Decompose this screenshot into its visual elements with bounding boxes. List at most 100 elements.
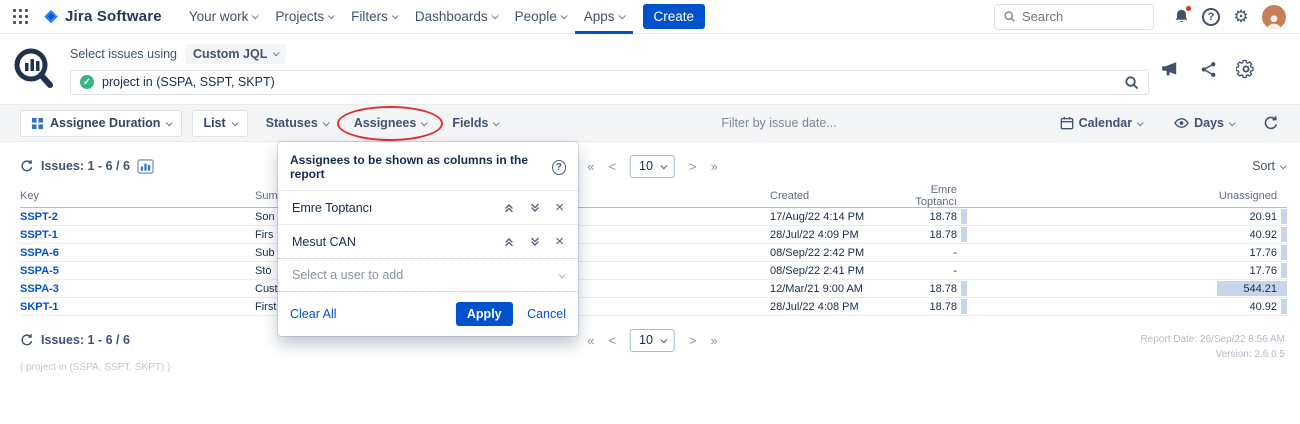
jql-input[interactable]: ✓ project in (SSPA, SSPT, SKPT): [70, 70, 1149, 95]
announcement-button[interactable]: [1159, 56, 1181, 82]
duration-cell: -: [890, 262, 967, 279]
remove-user-icon[interactable]: ×: [555, 200, 564, 215]
chevron-down-icon: [491, 12, 498, 19]
page-size-select[interactable]: 10: [630, 329, 675, 352]
create-button[interactable]: Create: [643, 4, 706, 29]
col-emre[interactable]: Emre Toptancı: [890, 184, 967, 208]
col-unassigned[interactable]: Unassigned: [967, 190, 1287, 202]
notification-badge: [1185, 5, 1192, 12]
issues-table: Key Summary Created Emre Toptancı Unassi…: [20, 184, 1287, 316]
avatar[interactable]: [1262, 5, 1286, 29]
duration-bar: [1281, 245, 1287, 260]
chevron-down-icon: [421, 119, 428, 126]
query-actions: [1159, 42, 1285, 96]
chevron-down-icon: [392, 12, 399, 19]
report-type-dropdown[interactable]: Assignee Duration: [20, 110, 182, 137]
view-dropdown[interactable]: List: [192, 110, 247, 137]
jql-mode-dropdown[interactable]: Custom JQL: [185, 44, 286, 64]
issue-date-filter[interactable]: Filter by issue date...: [516, 116, 1041, 130]
calendar-dropdown[interactable]: Calendar: [1052, 110, 1151, 137]
last-page-button[interactable]: »: [711, 333, 718, 348]
table-row: SSPA-3 Custom Calendar Issue 19/Jul/22 1…: [20, 280, 1287, 298]
statuses-dropdown[interactable]: Statuses: [258, 110, 336, 137]
chevron-down-icon: [231, 119, 238, 126]
duration-bar: [1281, 209, 1287, 224]
notifications-bell[interactable]: [1168, 4, 1194, 30]
move-bottom-icon[interactable]: [529, 236, 541, 248]
chart-icon[interactable]: [137, 159, 154, 174]
issue-created: 12/Mar/21 9:00 AM: [770, 283, 890, 295]
help-button[interactable]: ?: [1198, 4, 1224, 30]
nav-apps[interactable]: Apps: [575, 0, 633, 34]
col-created[interactable]: Created: [770, 190, 890, 202]
move-top-icon[interactable]: [503, 202, 515, 214]
prev-page-button[interactable]: <: [608, 159, 616, 174]
user-select[interactable]: Select a user to add: [278, 258, 578, 292]
issue-key-link[interactable]: SKPT-1: [20, 301, 255, 313]
share-button[interactable]: [1197, 56, 1219, 82]
search-input[interactable]: [1022, 9, 1132, 24]
nav-projects[interactable]: Projects: [266, 0, 342, 34]
chevron-down-icon: [661, 162, 668, 169]
sort-dropdown[interactable]: Sort: [1252, 159, 1285, 173]
duration-cell: 17.76: [967, 262, 1287, 279]
top-navigation: Jira Software Your work Projects Filters…: [0, 0, 1300, 34]
jql-search-icon[interactable]: [1124, 75, 1139, 90]
report-settings-button[interactable]: [1235, 56, 1257, 82]
app-switcher-icon[interactable]: [10, 6, 32, 28]
issue-key-link[interactable]: SSPT-1: [20, 229, 255, 241]
popup-title: Assignees to be shown as columns in the …: [290, 153, 552, 181]
remove-user-icon[interactable]: ×: [555, 234, 564, 249]
report-info: Report Date: 26/Sep/22 8:56 AM Version: …: [1140, 332, 1285, 362]
duration-cell: 18.78: [890, 298, 967, 315]
first-page-button[interactable]: «: [587, 159, 594, 174]
popup-help-icon[interactable]: ?: [552, 160, 566, 175]
top-search[interactable]: [994, 4, 1154, 30]
page-size-select[interactable]: 10: [630, 155, 675, 178]
duration-bar: [1281, 299, 1287, 314]
move-top-icon[interactable]: [503, 236, 515, 248]
person-icon: [1265, 13, 1283, 29]
duration-cell: 18.78: [890, 280, 967, 297]
issue-created: 28/Jul/22 4:09 PM: [770, 229, 890, 241]
cancel-link[interactable]: Cancel: [527, 307, 566, 321]
calendar-icon: [1060, 116, 1074, 130]
nav-people[interactable]: People: [506, 0, 575, 34]
assignees-dropdown[interactable]: Assignees: [346, 110, 435, 137]
nav-your-work[interactable]: Your work: [180, 0, 267, 34]
chevron-down-icon: [1137, 119, 1144, 126]
duration-cell: 18.78: [890, 208, 967, 225]
reload-icon[interactable]: [20, 333, 34, 347]
issue-key-link[interactable]: SSPT-2: [20, 211, 255, 223]
reload-icon[interactable]: [20, 159, 34, 173]
nav-dashboards[interactable]: Dashboards: [406, 0, 506, 34]
issue-key-link[interactable]: SSPA-6: [20, 247, 255, 259]
next-page-button[interactable]: >: [689, 159, 697, 174]
prev-page-button[interactable]: <: [608, 333, 616, 348]
first-page-button[interactable]: «: [587, 333, 594, 348]
days-dropdown[interactable]: Days: [1166, 110, 1242, 137]
nav-filters[interactable]: Filters: [342, 0, 406, 34]
toolbar-sync-button[interactable]: [1258, 110, 1284, 136]
col-key[interactable]: Key: [20, 190, 255, 202]
table-row: SSPA-6 Sub 08/Sep/22 2:42 PM - 17.76: [20, 244, 1287, 262]
last-page-button[interactable]: »: [711, 159, 718, 174]
move-bottom-icon[interactable]: [529, 202, 541, 214]
settings-button[interactable]: [1228, 4, 1254, 30]
issue-created: 17/Aug/22 4:14 PM: [770, 211, 890, 223]
fields-dropdown[interactable]: Fields: [444, 110, 506, 137]
next-page-button[interactable]: >: [689, 333, 697, 348]
apply-button[interactable]: Apply: [456, 302, 513, 326]
toolbar-right: Calendar Days: [1052, 110, 1284, 137]
issue-key-link[interactable]: SSPA-3: [20, 283, 255, 295]
refresh-icon: [1263, 115, 1279, 131]
clear-all-link[interactable]: Clear All: [290, 307, 337, 321]
issue-key-link[interactable]: SSPA-5: [20, 265, 255, 277]
page: Jira Software Your work Projects Filters…: [0, 0, 1300, 424]
query-section: Select issues using Custom JQL ✓ project…: [0, 34, 1300, 104]
issues-count: Issues: 1 - 6 / 6: [20, 159, 154, 174]
chevron-down-icon: [661, 336, 668, 343]
jira-logo[interactable]: Jira Software: [42, 8, 162, 26]
duration-bar: [961, 227, 967, 242]
report-app-logo: [6, 42, 60, 96]
